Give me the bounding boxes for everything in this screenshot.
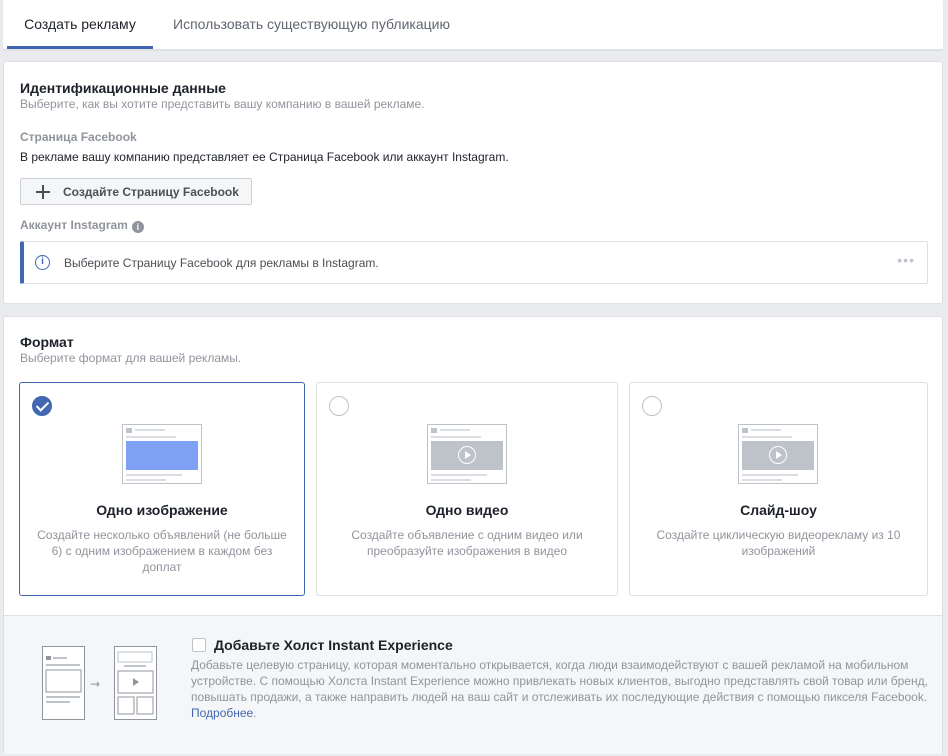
format-title: Формат (20, 334, 74, 350)
option-title: Слайд-шоу (740, 502, 817, 518)
play-icon (458, 446, 476, 464)
instant-experience-checkbox[interactable] (192, 638, 206, 652)
identity-title: Идентификационные данные (20, 80, 226, 96)
checkmark-icon[interactable] (32, 396, 52, 416)
tab-create-ad[interactable]: Создать рекламу (7, 0, 153, 49)
option-title: Одно изображение (96, 502, 228, 518)
radio-button[interactable] (329, 396, 349, 416)
instagram-notice: i Выберите Страницу Facebook для рекламы… (20, 241, 928, 284)
info-circle-icon: i (35, 255, 50, 270)
create-facebook-page-button[interactable]: Создайте Страницу Facebook (20, 178, 252, 205)
format-option-slideshow[interactable]: Слайд-шоу Создайте циклическую видеорекл… (629, 382, 928, 596)
single-image-preview-icon (122, 424, 202, 484)
facebook-page-label: Страница Facebook (20, 130, 137, 144)
option-title: Одно видео (425, 502, 509, 518)
video-preview-icon (427, 424, 507, 484)
facebook-page-desc: В рекламе вашу компанию представляет ее … (20, 150, 509, 164)
plus-icon (36, 185, 50, 199)
instant-experience-desc: Добавьте целевую страницу, которая момен… (191, 658, 928, 720)
more-options-icon[interactable]: ••• (897, 252, 915, 268)
arrow-icon: → (90, 677, 100, 691)
learn-more-link[interactable]: Подробнее (191, 706, 253, 720)
slideshow-preview-icon (738, 424, 818, 484)
instagram-account-label-text: Аккаунт Instagram (20, 218, 128, 232)
format-option-single-video[interactable]: Одно видео Создайте объявление с одним в… (316, 382, 618, 596)
info-icon[interactable]: i (131, 221, 144, 233)
tab-use-existing-post[interactable]: Использовать существующую публикацию (163, 0, 460, 49)
identity-subtitle: Выберите, как вы хотите представить вашу… (20, 97, 425, 111)
option-desc: Создайте объявление с одним видео или пр… (351, 528, 583, 558)
format-section: Формат Выберите формат для вашей рекламы… (3, 316, 943, 754)
instant-experience-section: → Добавьте Холст Instant Experience Доба… (4, 615, 942, 754)
option-desc: Создайте несколько объявлений (не больше… (37, 528, 287, 574)
instant-experience-desc-text: Добавьте целевую страницу, которая момен… (191, 658, 928, 704)
instant-experience-illustration-icon: → (42, 646, 157, 720)
instagram-account-label: Аккаунт Instagram i (20, 218, 144, 233)
format-subtitle: Выберите формат для вашей рекламы. (20, 351, 242, 365)
format-option-single-image[interactable]: Одно изображение Создайте несколько объя… (19, 382, 305, 596)
option-desc: Создайте циклическую видеорекламу из 10 … (656, 528, 901, 558)
radio-button[interactable] (642, 396, 662, 416)
create-facebook-page-label: Создайте Страницу Facebook (63, 185, 239, 199)
instant-experience-title: Добавьте Холст Instant Experience (214, 637, 453, 653)
identity-section: Идентификационные данные Выберите, как в… (3, 61, 943, 304)
play-icon (769, 446, 787, 464)
tab-bar: Создать рекламу Использовать существующу… (3, 0, 943, 50)
instagram-notice-text: Выберите Страницу Facebook для рекламы в… (64, 256, 379, 270)
